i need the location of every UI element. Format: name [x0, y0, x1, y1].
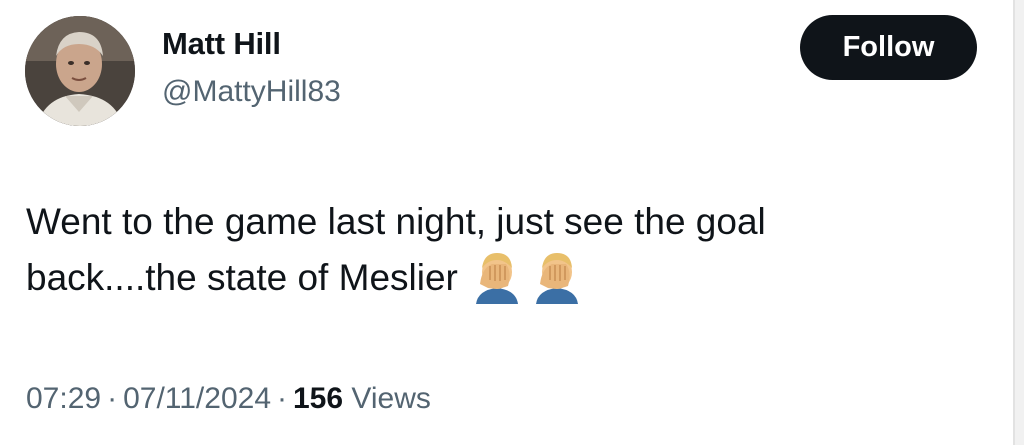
tweet-meta: 07:29 · 07/11/2024 · 156 Views	[26, 379, 431, 419]
display-name[interactable]: Matt Hill	[162, 24, 281, 64]
tweet-time[interactable]: 07:29	[26, 382, 101, 415]
follow-button[interactable]: Follow	[800, 15, 977, 80]
tweet-text-line-2-text: back....the state of Meslier	[26, 257, 458, 298]
avatar-photo	[25, 16, 135, 126]
facepalm-emoji-icon	[535, 253, 578, 304]
separator: ·	[107, 382, 118, 415]
user-handle[interactable]: @MattyHill83	[162, 73, 341, 111]
tweet-date[interactable]: 07/11/2024	[123, 382, 271, 415]
tweet-text-line-1: Went to the game last night, just see th…	[26, 201, 766, 242]
views-count[interactable]: 156	[293, 382, 343, 415]
separator: ·	[277, 382, 287, 415]
window-edge	[1013, 0, 1024, 445]
tweet-text-line-2: back....the state of Meslier	[26, 250, 956, 306]
views-label[interactable]: Views	[351, 382, 430, 415]
tweet-text: Went to the game last night, just see th…	[26, 194, 956, 306]
avatar[interactable]	[25, 16, 135, 126]
facepalm-emoji-icon	[475, 253, 518, 304]
